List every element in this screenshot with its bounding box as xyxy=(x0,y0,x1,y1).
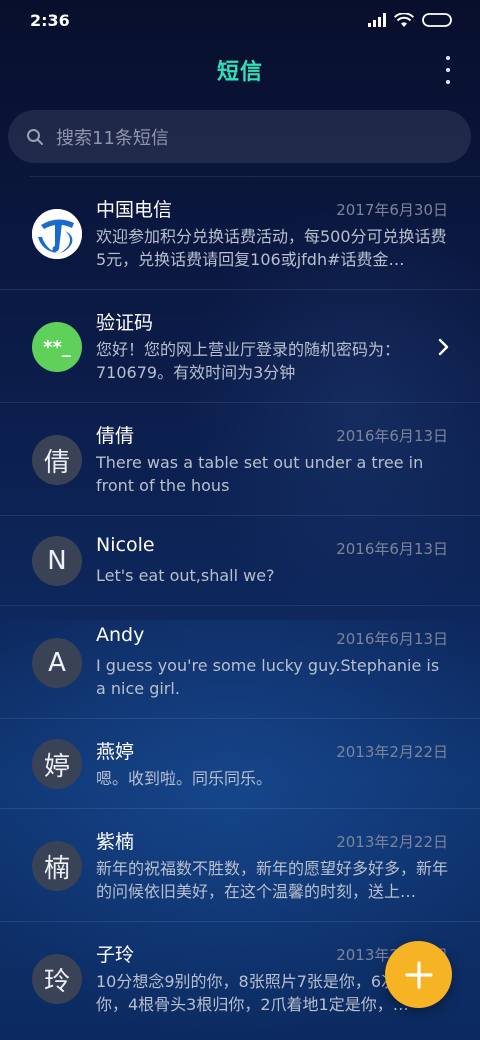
avatar-text: 楠 xyxy=(43,853,70,884)
message-date: 2013年2月22日 xyxy=(336,833,448,851)
avatar: 婷 xyxy=(32,739,82,789)
contact-name: 紫楠 xyxy=(96,831,135,853)
avatar: 倩 xyxy=(32,435,82,485)
conversation-row[interactable]: N Nicole 2016年6月13日 Let's eat out,shall … xyxy=(0,516,480,606)
message-date: 2017年6月30日 xyxy=(336,201,448,219)
status-icons xyxy=(368,12,452,28)
signal-icon xyxy=(368,13,386,27)
wifi-icon xyxy=(394,12,414,27)
app-header: 短信 xyxy=(0,44,480,96)
message-date: 2013年2月22日 xyxy=(336,743,448,761)
message-date: 2016年6月13日 xyxy=(336,630,448,648)
search-icon xyxy=(27,128,43,145)
more-options-button[interactable] xyxy=(440,56,456,84)
avatar: N xyxy=(32,536,82,586)
dot-icon xyxy=(446,80,450,84)
dot-icon xyxy=(446,56,450,60)
avatar: 玲 xyxy=(32,954,82,1004)
status-time: 2:36 xyxy=(30,10,70,30)
plus-icon xyxy=(404,960,433,989)
chevron-right-icon[interactable] xyxy=(438,338,450,356)
contact-name: 中国电信 xyxy=(96,199,173,221)
conversation-row[interactable]: **_ 验证码 您好！您的网上营业厅登录的随机密码为：710679。有效时间为3… xyxy=(0,290,480,403)
message-preview: 新年的祝福数不胜数，新年的愿望好多好多，新年的问候依旧美好，在这个温馨的时刻，送… xyxy=(96,859,448,901)
contact-name: 子玲 xyxy=(96,944,135,966)
avatar-text: 倩 xyxy=(43,447,70,478)
telecom-logo-avatar xyxy=(32,209,82,259)
contact-name: 燕婷 xyxy=(96,741,135,763)
conversation-list: 中国电信 2017年6月30日 欢迎参加积分兑换话费活动，每500分可兑换话费5… xyxy=(0,176,480,1035)
message-preview: 您好！您的网上营业厅登录的随机密码为：710679。有效时间为3分钟 xyxy=(96,340,401,382)
message-preview: 嗯。收到啦。同乐同乐。 xyxy=(96,769,273,788)
verification-code-avatar: **_ xyxy=(32,322,82,372)
avatar-text: 婷 xyxy=(43,751,70,782)
avatar-text: 玲 xyxy=(43,966,70,997)
avatar-text: **_ xyxy=(43,336,71,358)
message-date: 2016年6月13日 xyxy=(336,540,448,558)
avatar: 楠 xyxy=(32,841,82,891)
conversation-row[interactable]: 中国电信 2017年6月30日 欢迎参加积分兑换话费活动，每500分可兑换话费5… xyxy=(0,177,480,290)
contact-name: 倩倩 xyxy=(96,425,135,447)
conversation-row[interactable]: 楠 紫楠 2013年2月22日 新年的祝福数不胜数，新年的愿望好多好多，新年的问… xyxy=(0,809,480,922)
contact-name: Andy xyxy=(96,624,145,646)
dot-icon xyxy=(446,68,450,72)
contact-name: 验证码 xyxy=(96,312,154,334)
page-title: 短信 xyxy=(216,60,263,85)
search-input[interactable]: 搜索11条短信 xyxy=(56,124,169,150)
conversation-row[interactable]: 婷 燕婷 2013年2月22日 嗯。收到啦。同乐同乐。 xyxy=(0,719,480,809)
message-preview: Let's eat out,shall we? xyxy=(96,566,275,585)
avatar-text: A xyxy=(48,648,66,678)
message-preview: There was a table set out under a tree i… xyxy=(96,453,424,495)
contact-name: Nicole xyxy=(96,534,155,556)
message-date: 2016年6月13日 xyxy=(336,427,448,445)
conversation-row[interactable]: 倩 倩倩 2016年6月13日 There was a table set ou… xyxy=(0,403,480,516)
message-preview: I guess you're some lucky guy.Stephanie … xyxy=(96,656,440,698)
message-preview: 欢迎参加积分兑换话费活动，每500分可兑换话费5元，兑换话费请回复106或jfd… xyxy=(96,227,447,269)
search-bar[interactable]: 搜索11条短信 xyxy=(8,110,471,163)
conversation-row[interactable]: A Andy 2016年6月13日 I guess you're some lu… xyxy=(0,606,480,719)
avatar: A xyxy=(32,638,82,688)
battery-icon xyxy=(422,13,452,27)
avatar-text: N xyxy=(47,546,67,576)
new-message-button[interactable] xyxy=(385,941,452,1008)
china-telecom-logo-icon xyxy=(32,209,82,259)
status-bar: 2:36 xyxy=(0,0,480,40)
